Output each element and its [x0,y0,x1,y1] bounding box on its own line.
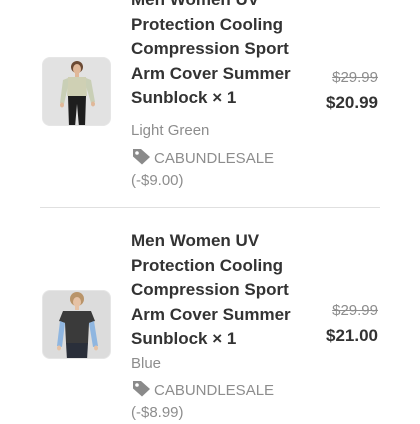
discount-line: CABUNDLESALE (-$8.99) [131,380,311,424]
sale-price: $21.00 [326,326,378,345]
discount-code: CABUNDLESALE (-$8.99) [131,382,275,421]
product-image-blue-arm-cover [43,291,110,358]
discount-code: CABUNDLESALE (-$9.00) [131,150,275,189]
product-thumbnail[interactable] [42,290,111,359]
divider [40,207,380,208]
sale-price: $20.99 [326,93,378,112]
variant-label: Light Green [131,122,210,139]
product-title[interactable]: Men Women UV Protection Cooling Compress… [131,0,311,111]
product-thumbnail[interactable] [42,57,111,126]
tag-icon [133,149,150,165]
product-title[interactable]: Men Women UV Protection Cooling Compress… [131,229,311,352]
discount-line: CABUNDLESALE (-$9.00) [131,148,311,192]
variant-label: Blue [131,355,162,372]
product-image-green-arm-cover [43,58,110,125]
original-price: $29.99 [332,69,378,86]
original-price: $29.99 [332,302,378,319]
tag-icon [133,381,150,397]
